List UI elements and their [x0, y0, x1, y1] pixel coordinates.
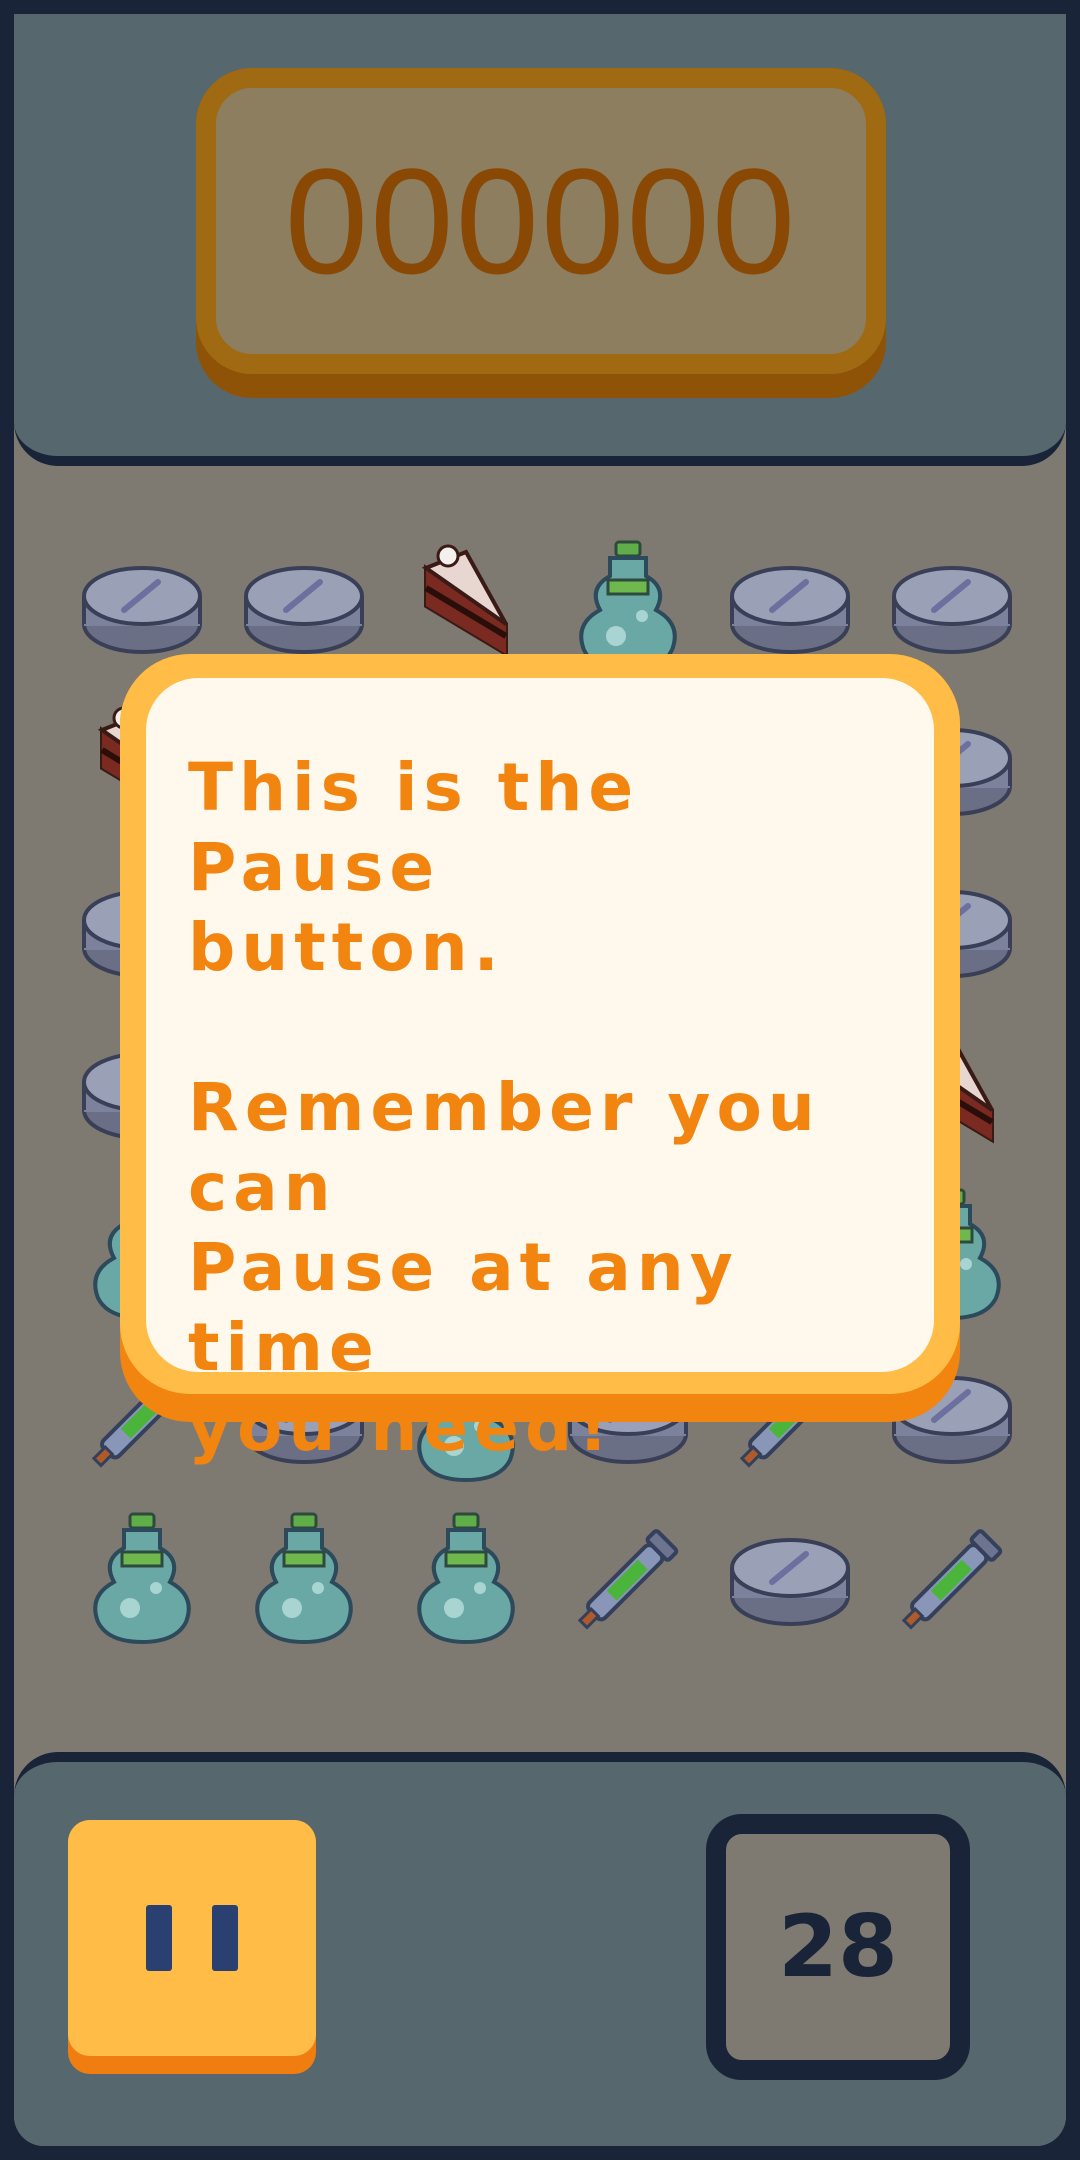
bottle-tile[interactable]	[234, 1508, 374, 1648]
bottle-tile[interactable]	[72, 1508, 212, 1648]
pause-button[interactable]	[68, 1820, 316, 2074]
syringe-tile[interactable]	[558, 1508, 698, 1648]
score-display-face: 000000	[196, 68, 886, 374]
moves-counter: 28	[706, 1814, 970, 2080]
bottle-icon	[417, 1512, 515, 1645]
tutorial-dialog[interactable]: This is the Pause button. Remember you c…	[120, 654, 960, 1466]
pill-icon	[730, 1538, 850, 1626]
tutorial-message: This is the Pause button. Remember you c…	[188, 749, 821, 1466]
score-display: 000000	[196, 68, 886, 398]
pause-icon-bar-left	[146, 1905, 172, 1971]
tutorial-dialog-frame: This is the Pause button. Remember you c…	[120, 654, 960, 1466]
moves-value: 28	[778, 1897, 898, 1997]
bottle-tile[interactable]	[396, 1508, 536, 1648]
bottle-icon	[255, 1512, 353, 1645]
syringe-icon	[901, 1529, 1003, 1630]
game-screen: 000000 28 This is the Pause button. Reme…	[0, 0, 1080, 2160]
pause-icon	[68, 1820, 316, 2056]
syringe-tile[interactable]	[882, 1508, 1022, 1648]
score-value: 000000	[284, 136, 798, 305]
tutorial-dialog-body: This is the Pause button. Remember you c…	[146, 678, 934, 1466]
pause-icon-bar-right	[212, 1905, 238, 1971]
bottle-icon	[93, 1512, 191, 1645]
pill-tile[interactable]	[720, 1508, 860, 1648]
syringe-icon	[577, 1529, 679, 1630]
